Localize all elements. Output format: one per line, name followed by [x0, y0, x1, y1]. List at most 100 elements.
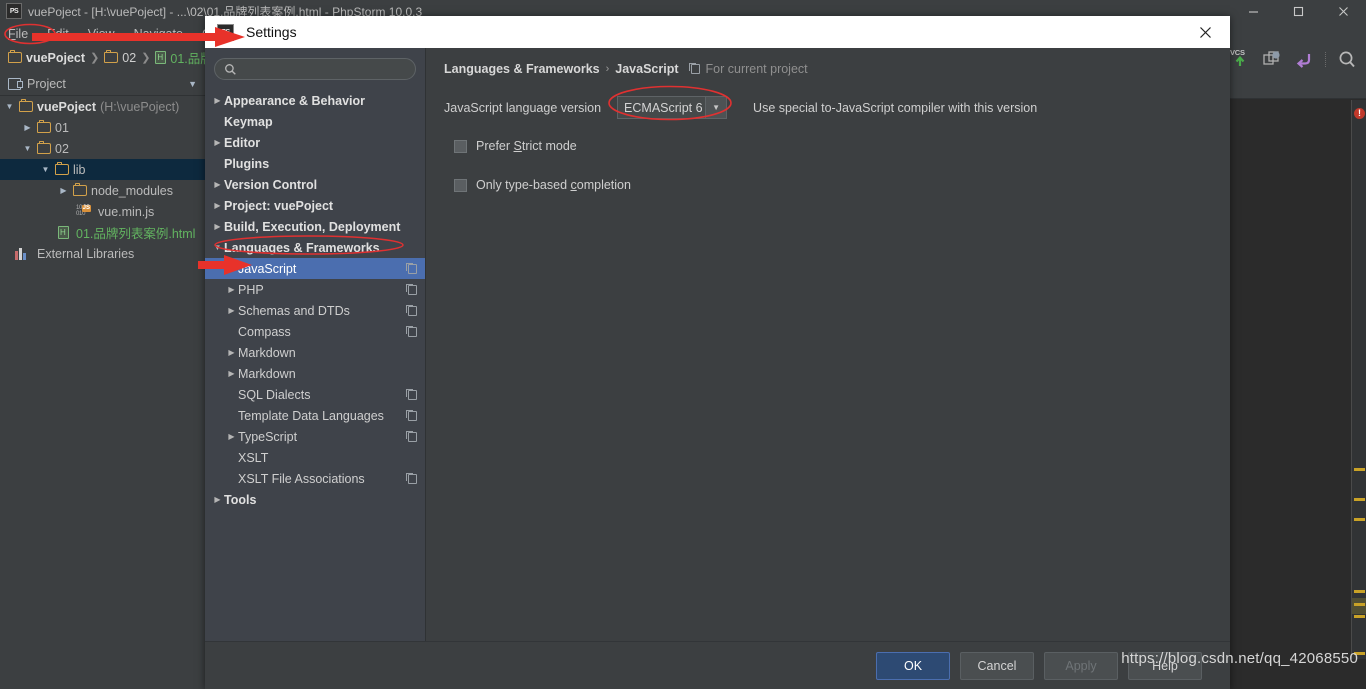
settings-item-schemas-dtds[interactable]: ▶ Schemas and DTDs: [205, 300, 425, 321]
tree-node-vue-min-js[interactable]: 10 010 JS vue.min.js: [0, 201, 205, 222]
warning-stripe[interactable]: [1354, 603, 1365, 606]
chevron-right-icon[interactable]: ▶: [211, 222, 224, 231]
settings-item-appearance-behavior[interactable]: ▶ Appearance & Behavior: [205, 90, 425, 111]
breadcrumb-item-project[interactable]: vuePoject: [8, 50, 85, 65]
chevron-down-icon[interactable]: ▼: [40, 165, 51, 174]
settings-item-build-execution-deployment[interactable]: ▶ Build, Execution, Deployment: [205, 216, 425, 237]
settings-item-tools[interactable]: ▶ Tools: [205, 489, 425, 510]
html-file-icon: [155, 51, 167, 64]
settings-item-javascript[interactable]: ▶ JavaScript: [205, 258, 425, 279]
settings-item-keymap[interactable]: Keymap: [205, 111, 425, 132]
dialog-footer: OK Cancel Apply Help: [205, 641, 1230, 689]
search-everywhere-icon[interactable]: [1336, 48, 1358, 70]
tree-node-02[interactable]: ▼ 02: [0, 138, 205, 159]
copy-settings-icon: [406, 388, 417, 400]
chevron-down-icon[interactable]: ▼: [4, 102, 15, 111]
warning-stripe[interactable]: [1354, 468, 1365, 471]
warning-stripe[interactable]: [1354, 498, 1365, 501]
close-icon[interactable]: [1321, 0, 1366, 22]
menu-item-file[interactable]: FFileile: [8, 27, 28, 41]
settings-item-sql-dialects[interactable]: SQL Dialects: [205, 384, 425, 405]
menu-item-navigate[interactable]: Navigate: [134, 27, 183, 41]
only-type-based-completion-checkbox[interactable]: [454, 178, 467, 192]
breadcrumb-item-02[interactable]: 02: [104, 50, 136, 65]
chevron-right-icon[interactable]: ▶: [225, 348, 238, 357]
ide-toolbar-right: VCS VCS: [1198, 45, 1366, 73]
copy-settings-icon: [406, 283, 417, 295]
folder-icon: [37, 141, 51, 154]
settings-item-typescript[interactable]: ▶ TypeScript: [205, 426, 425, 447]
only-type-based-completion-row[interactable]: Only type-based completion: [454, 178, 1212, 192]
copy-settings-icon: [406, 304, 417, 316]
only-type-based-completion-label: Only type-based completion: [476, 178, 631, 192]
chevron-right-icon[interactable]: ▶: [22, 123, 33, 132]
settings-item-markdown-1[interactable]: ▶ Markdown: [205, 342, 425, 363]
close-icon[interactable]: [1184, 17, 1226, 47]
chevron-down-icon[interactable]: ▼: [211, 243, 224, 252]
copy-settings-icon: [406, 325, 417, 337]
chevron-down-icon[interactable]: ▼: [188, 79, 197, 89]
prefer-strict-mode-checkbox[interactable]: [454, 139, 467, 153]
chevron-right-icon[interactable]: ▶: [211, 96, 224, 105]
maximize-icon[interactable]: [1276, 0, 1321, 22]
phpstorm-logo-icon: PS: [217, 23, 234, 41]
tree-node-external-libraries[interactable]: External Libraries: [0, 243, 205, 264]
js-file-icon: 10 010 JS: [76, 205, 91, 217]
chevron-down-icon[interactable]: ▼: [705, 97, 727, 118]
menu-item-view[interactable]: View: [88, 27, 115, 41]
settings-item-languages-frameworks[interactable]: ▼ Languages & Frameworks: [205, 237, 425, 258]
project-tree[interactable]: ▼ vuePoject (H:\vuePoject) ▶ 01 ▼ 02 ▼ l…: [0, 96, 205, 689]
chevron-right-icon[interactable]: ▶: [211, 201, 224, 210]
settings-item-php[interactable]: ▶ PHP: [205, 279, 425, 300]
search-input[interactable]: [242, 62, 406, 76]
tree-node-01[interactable]: ▶ 01: [0, 117, 205, 138]
breadcrumb-parent[interactable]: Languages & Frameworks: [444, 62, 600, 76]
settings-item-plugins[interactable]: Plugins: [205, 153, 425, 174]
search-box[interactable]: [214, 58, 416, 80]
cancel-button[interactable]: Cancel: [960, 651, 1034, 680]
undo-icon[interactable]: [1293, 48, 1315, 70]
copy-settings-icon[interactable]: [688, 63, 700, 74]
chevron-right-icon: ›: [605, 63, 610, 75]
chevron-right-icon[interactable]: ▶: [225, 369, 238, 378]
chevron-down-icon[interactable]: ▼: [22, 144, 33, 153]
settings-item-template-data-languages[interactable]: Template Data Languages: [205, 405, 425, 426]
settings-item-version-control[interactable]: ▶ Version Control: [205, 174, 425, 195]
warning-stripe[interactable]: [1354, 615, 1365, 618]
settings-item-compass[interactable]: Compass: [205, 321, 425, 342]
settings-item-markdown-2[interactable]: ▶ Markdown: [205, 363, 425, 384]
minimize-icon[interactable]: [1231, 0, 1276, 22]
settings-item-project[interactable]: ▶ Project: vuePoject: [205, 195, 425, 216]
ok-button[interactable]: OK: [876, 651, 950, 680]
copy-settings-icon: [406, 409, 417, 421]
chevron-right-icon[interactable]: ▶: [225, 285, 238, 294]
tree-node-html-file[interactable]: 01.品牌列表案例.html: [0, 222, 205, 243]
chevron-right-icon: ❯: [90, 52, 100, 64]
chevron-right-icon[interactable]: ▶: [225, 432, 238, 441]
editor-error-stripe[interactable]: !: [1351, 100, 1366, 659]
prefer-strict-mode-row[interactable]: Prefer Strict mode: [454, 139, 1212, 153]
error-marker-icon[interactable]: !: [1354, 108, 1365, 119]
dialog-body: ▶ Appearance & Behavior Keymap ▶ Editor …: [205, 48, 1230, 641]
settings-item-editor[interactable]: ▶ Editor: [205, 132, 425, 153]
chevron-right-icon[interactable]: ▶: [225, 306, 238, 315]
warning-stripe[interactable]: [1354, 518, 1365, 521]
tree-node-vuepoject[interactable]: ▼ vuePoject (H:\vuePoject): [0, 96, 205, 117]
js-language-version-select[interactable]: ECMAScript 6 ▼: [617, 96, 728, 119]
vcs-diff-icon[interactable]: [1261, 48, 1283, 70]
menu-item-edit[interactable]: Edit: [47, 27, 69, 41]
tree-node-node-modules[interactable]: ▶ node_modules: [0, 180, 205, 201]
tree-node-lib[interactable]: ▼ lib: [0, 159, 205, 180]
chevron-right-icon[interactable]: ▶: [211, 138, 224, 147]
warning-stripe[interactable]: [1354, 590, 1365, 593]
chevron-right-icon[interactable]: ▶: [211, 180, 224, 189]
chevron-right-icon[interactable]: ▶: [225, 264, 238, 273]
chevron-right-icon[interactable]: ▶: [211, 495, 224, 504]
apply-button: Apply: [1044, 651, 1118, 680]
chevron-right-icon[interactable]: ▶: [58, 186, 69, 195]
settings-item-xslt-file-associations[interactable]: XSLT File Associations: [205, 468, 425, 489]
settings-item-xslt[interactable]: XSLT: [205, 447, 425, 468]
vcs-commit-icon[interactable]: VCS: [1229, 48, 1251, 70]
settings-tree[interactable]: ▶ Appearance & Behavior Keymap ▶ Editor …: [205, 88, 425, 641]
project-tool-window-header: Project ▼: [0, 72, 205, 96]
